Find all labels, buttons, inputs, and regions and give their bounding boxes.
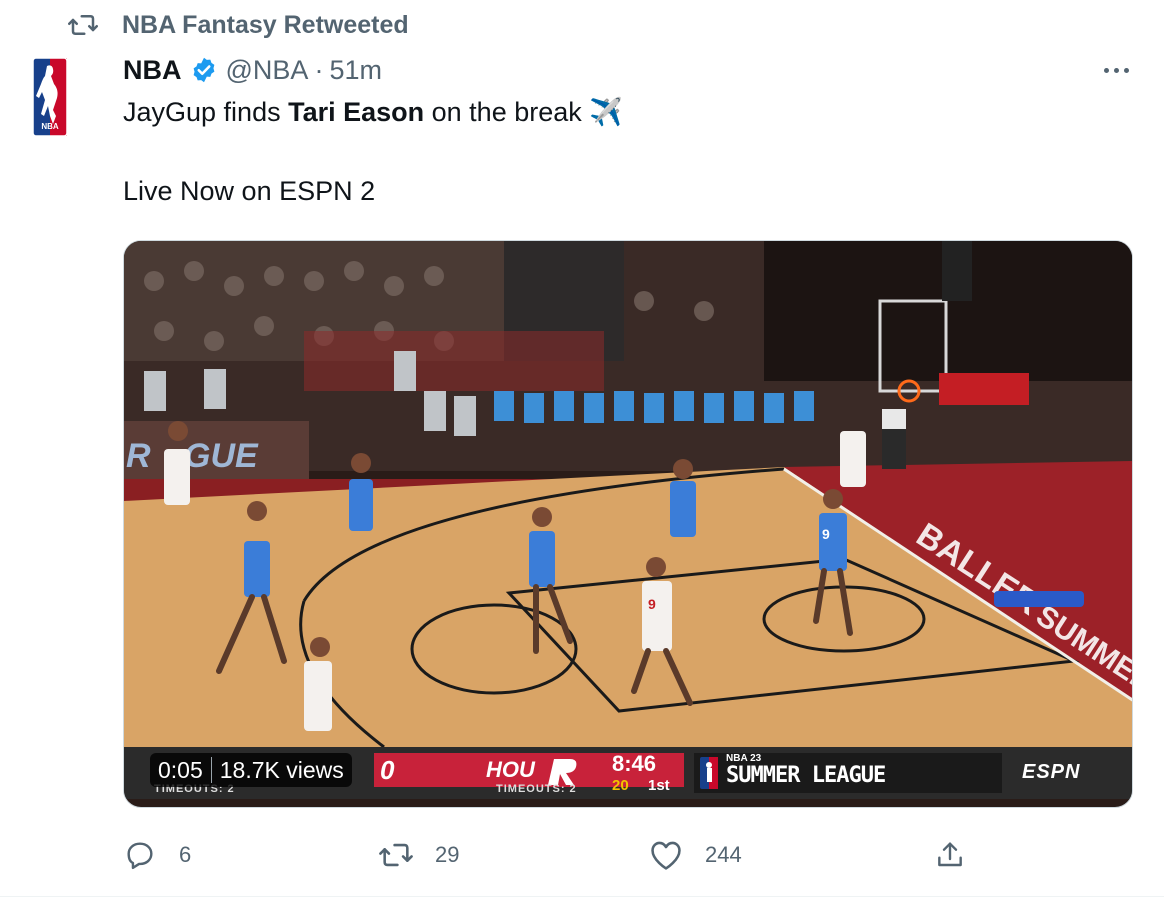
header-separator: · <box>314 54 324 85</box>
reply-icon <box>123 838 157 872</box>
home-timeouts: TIMEOUTS: 2 <box>496 783 577 795</box>
author-handle[interactable]: @NBA <box>226 55 309 86</box>
game-clock: 8:46 <box>612 751 657 776</box>
video-player[interactable]: R GUE BALLER SUMMER 9 9 0 HOU TIMEOUTS: … <box>123 240 1133 808</box>
summer-league-panel: NBA 23 SUMMER LEAGUE <box>694 753 1002 793</box>
retweet-count: 29 <box>435 842 460 867</box>
video-views: 18.7K views <box>219 756 344 783</box>
heart-icon <box>649 838 683 872</box>
video-duration: 0:05 <box>158 756 203 783</box>
verified-badge-icon <box>190 56 218 84</box>
nba-logo-icon <box>700 757 718 789</box>
svg-text:R: R <box>126 437 151 475</box>
author-name[interactable]: NBA <box>123 55 182 86</box>
share-button[interactable] <box>933 834 967 876</box>
more-options-icon[interactable] <box>1096 58 1136 82</box>
svg-text:GUE: GUE <box>184 437 259 475</box>
network-logo: ESPN <box>1022 761 1081 783</box>
airplane-emoji-icon: ✈️ <box>589 97 623 127</box>
like-count: 244 <box>705 842 742 867</box>
like-button[interactable]: 244 <box>649 834 742 876</box>
tweet-header: NBA @NBA · 51m <box>123 50 382 90</box>
retweet-button[interactable]: 29 <box>379 834 459 876</box>
video-meta-pill: 0:05 18.7K views <box>150 753 352 787</box>
away-score: 0 <box>380 755 395 785</box>
social-context-label: NBA Fantasy Retweeted <box>122 10 409 39</box>
svg-text:9: 9 <box>648 596 656 612</box>
retweet-icon <box>379 838 413 872</box>
tweet-text-segment: on the break <box>424 97 590 127</box>
tweet-text-line-1: JayGup finds Tari Eason on the break ✈️ <box>123 96 623 128</box>
basketball-court-scene: R GUE BALLER SUMMER 9 9 <box>124 241 1132 749</box>
tweet-timestamp[interactable]: 51m <box>329 55 382 86</box>
tweet-text-segment: JayGup finds <box>123 97 289 127</box>
home-team-abbr: HOU <box>486 757 535 782</box>
divider <box>0 896 1164 897</box>
svg-text:9: 9 <box>822 526 830 542</box>
shot-clock: 20 <box>612 777 629 794</box>
reply-button[interactable]: 6 <box>123 834 191 876</box>
svg-text:NBA: NBA <box>41 122 59 131</box>
share-icon <box>933 838 967 872</box>
social-context[interactable]: NBA Fantasy Retweeted <box>66 8 409 42</box>
nba-avatar[interactable]: NBA <box>32 57 68 137</box>
reply-count: 6 <box>179 842 192 867</box>
tweet-text-line-2: Live Now on ESPN 2 <box>123 176 376 206</box>
retweet-icon <box>66 8 100 42</box>
tweet-text-bold: Tari Eason <box>288 97 425 127</box>
tweet-actions: 6 29 244 <box>123 834 983 876</box>
league-name: SUMMER LEAGUE <box>726 763 886 788</box>
game-period: 1st <box>648 777 670 794</box>
